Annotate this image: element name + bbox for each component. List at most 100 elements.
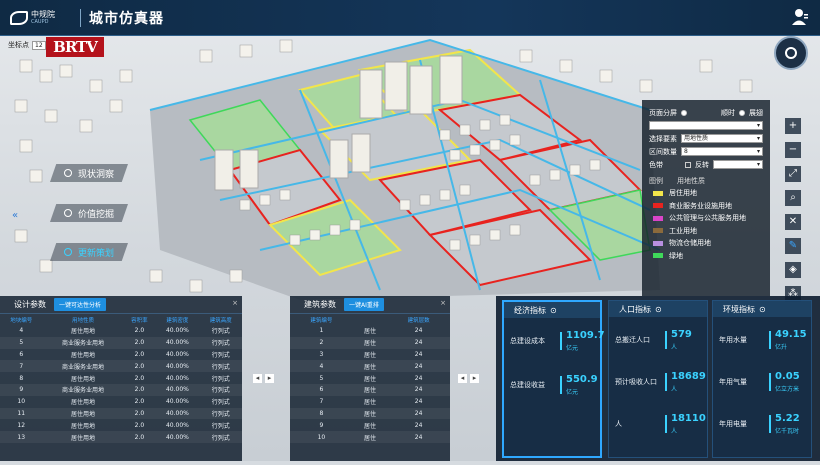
design-parameters-panel: 设计参数 一键可达性分析 × 地块编号 用地性质 容积率 建筑密度 建筑高度 4 居住用地… (0, 296, 242, 461)
table-cell: 24 (414, 421, 423, 429)
panel-close-icon[interactable]: × (440, 299, 446, 307)
table-row[interactable]: 7 商业服务业用地 2.0 40.00% 行列式 (0, 360, 242, 373)
table-cell: 2.0 (134, 421, 145, 429)
table-cell: 居住 (363, 328, 376, 336)
logo-subtext: CAUPD (31, 18, 49, 25)
table-cell: 行列式 (211, 375, 230, 383)
colorband-select[interactable] (713, 160, 763, 169)
tools-icon[interactable]: ✕ (785, 214, 801, 230)
indicator-unit: 亿元 (566, 345, 579, 352)
ai-rearrange-button[interactable]: 一键AI重排 (344, 298, 384, 311)
table-cell: 40.00% (155, 407, 200, 420)
table-row[interactable]: 5 居住 24 (290, 372, 450, 384)
legend-head-a: 图例 (649, 176, 663, 185)
info-icon[interactable]: ⊙ (759, 305, 766, 314)
interval-label: 区间数量 (649, 147, 677, 156)
prev-arrow-icon[interactable]: ◂ (458, 374, 467, 383)
indicator-value: 18689 (671, 371, 706, 382)
indicator-unit: 亿立方米 (775, 386, 800, 393)
table-row[interactable]: 9 商业服务业用地 2.0 40.00% 行列式 (0, 383, 242, 396)
table-cell: 4 (19, 327, 24, 335)
table-row[interactable]: 9 居住 24 (290, 419, 450, 431)
table-row[interactable]: 5 商业服务业用地 2.0 40.00% 行列式 (0, 336, 242, 349)
table-row[interactable]: 13 居住用地 2.0 40.00% 行列式 (0, 431, 242, 443)
legend-header: 图例 用地性质 (649, 174, 763, 187)
fullscreen-icon[interactable]: ⤢ (785, 166, 801, 182)
nav-renewal-planning[interactable]: 更新策划 (50, 243, 128, 261)
indicator-value: 1109.7 (566, 330, 605, 341)
collapse-left-icon[interactable]: « (12, 210, 18, 221)
indicator-unit: 亿元 (566, 389, 579, 396)
indicator-bar (665, 415, 667, 433)
column-header: 建筑层数 (407, 317, 430, 324)
table-row[interactable]: 6 居住用地 2.0 40.00% 行列式 (0, 349, 242, 361)
legend-list: 居住用地 商业服务业设施用地 公共管理与公共服务用地 工业用地 物流仓储用地 绿地 (649, 187, 763, 262)
split-radio-icon[interactable] (681, 109, 687, 116)
prev-arrow-icon[interactable]: ◂ (253, 374, 262, 383)
table-row[interactable]: 8 居住用地 2.0 40.00% 行列式 (0, 372, 242, 384)
table-cell: 居住 (352, 431, 388, 443)
table-cell: 8 (19, 374, 24, 382)
table-row[interactable]: 2 居住 24 (290, 336, 450, 349)
table-cell: 1 (319, 327, 324, 335)
table-cell: 40.00% (155, 336, 200, 349)
panel-close-icon[interactable]: × (232, 299, 238, 307)
table-cell: 2.0 (123, 360, 156, 373)
design-table: 地块编号 用地性质 容积率 建筑密度 建筑高度 4 居住用地 2.0 40.00% 行列式 5 商业… (0, 314, 242, 443)
table-row[interactable]: 11 居住用地 2.0 40.00% 行列式 (0, 407, 242, 420)
zoom-in-icon[interactable]: + (785, 118, 801, 134)
edit-icon[interactable]: ✎ (785, 238, 801, 254)
legend-item: 公共管理与公共服务用地 (649, 212, 763, 225)
element-select[interactable]: 用地性质 (681, 134, 763, 143)
indicator-label: 年用水量 (719, 336, 747, 344)
info-icon[interactable]: ⊙ (550, 306, 557, 315)
next-arrow-icon[interactable]: ▸ (265, 374, 274, 383)
table-row[interactable]: 4 居住 24 (290, 360, 450, 373)
table-row[interactable]: 3 居住 24 (290, 349, 450, 361)
table-row[interactable]: 1 居住 24 (290, 325, 450, 337)
legend-item: 商业服务业设施用地 (649, 200, 763, 213)
next-arrow-icon[interactable]: ▸ (470, 374, 479, 383)
info-icon[interactable]: ⊙ (655, 305, 662, 314)
interval-select[interactable]: 8 (681, 147, 763, 156)
coord-value: 12 (32, 40, 46, 50)
table-row[interactable]: 8 居住 24 (290, 407, 450, 420)
legend-item: 工业用地 (649, 225, 763, 238)
coordinate-readout: 坐标点 12 (8, 40, 46, 50)
element-select-row: 选择要素 用地性质 (649, 132, 763, 145)
table-row[interactable]: 6 居住 24 (290, 383, 450, 396)
table-row[interactable]: 12 居住用地 2.0 40.00% 行列式 (0, 419, 242, 431)
table-cell: 2.0 (134, 350, 145, 358)
reverse-checkbox[interactable] (685, 161, 691, 168)
table-cell: 居住用地 (70, 351, 95, 359)
indicator-row: 总搬迁人口 579 人 (615, 329, 703, 351)
accessibility-analysis-button[interactable]: 一键可达性分析 (54, 298, 107, 311)
table-cell: 9 (0, 383, 43, 396)
nav-current-insight[interactable]: 现状洞察 (50, 164, 128, 182)
compass-control[interactable] (774, 36, 808, 70)
legend-item: 绿地 (649, 250, 763, 263)
table-cell: 行列式 (199, 336, 242, 349)
indicator-title: 人口指标 ⊙ (609, 301, 707, 317)
search-icon[interactable]: ⌕ (785, 190, 801, 206)
indicator-bar (769, 415, 771, 433)
table-row[interactable]: 10 居住 24 (290, 431, 450, 443)
indicator-value: 18110 (671, 413, 706, 424)
table-row[interactable]: 10 居住用地 2.0 40.00% 行列式 (0, 396, 242, 408)
nav-value-mining[interactable]: 价值挖掘 (50, 204, 128, 222)
table-row[interactable]: 4 居住用地 2.0 40.00% 行列式 (0, 325, 242, 337)
table-cell: 居住 (352, 360, 388, 373)
nav-dot-icon (64, 209, 72, 217)
table-cell: 居住 (363, 422, 376, 430)
indicator-bar (665, 373, 667, 391)
zoom-out-icon[interactable]: − (785, 142, 801, 158)
user-menu-icon[interactable] (792, 8, 808, 26)
legend-label: 公共管理与公共服务用地 (669, 214, 746, 223)
column-header: 用地性质 (71, 317, 94, 324)
table-cell: 40.00% (155, 383, 200, 396)
layers-icon[interactable]: ◈ (785, 262, 801, 278)
option2-radio-icon[interactable] (739, 109, 745, 116)
table-cell: 40.00% (165, 421, 189, 429)
table-row[interactable]: 7 居住 24 (290, 396, 450, 408)
layer-select[interactable] (649, 121, 763, 130)
